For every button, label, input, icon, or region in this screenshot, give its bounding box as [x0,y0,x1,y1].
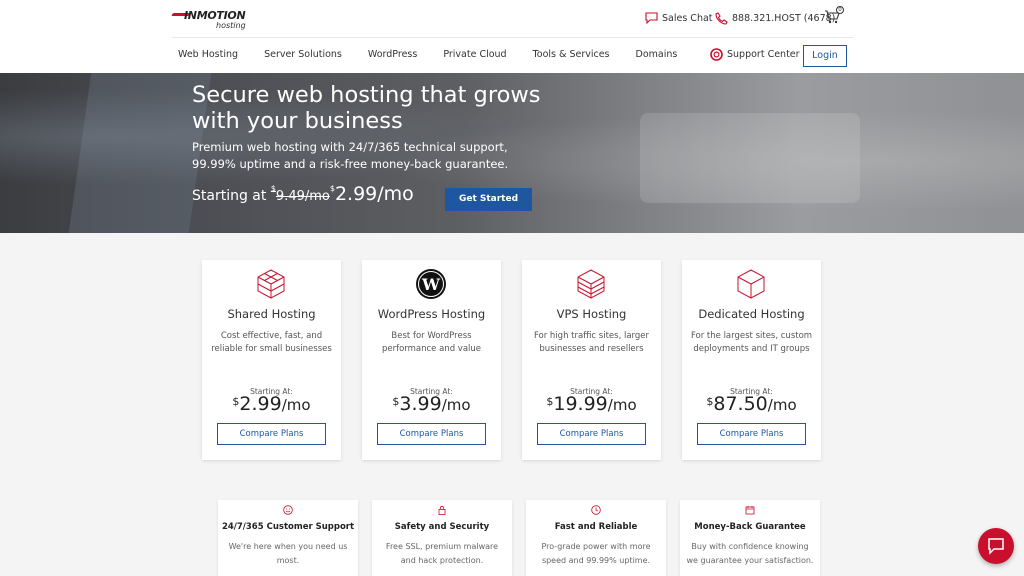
clock-icon [591,505,601,515]
calendar-icon [745,506,755,515]
hero-title: Secure web hosting that grows with your … [192,82,541,134]
card-vps-hosting: VPS Hosting For high traffic sites, larg… [522,260,661,460]
feature-customer-support: 24/7/365 Customer Support We're here whe… [218,500,358,576]
nav-private-cloud[interactable]: Private Cloud [443,49,506,60]
main-nav: Web Hosting Server Solutions WordPress P… [178,49,703,60]
inmotion-logo[interactable]: INMOTION hosting [171,9,252,31]
feature-desc: Pro-grade power with more speed and 99.9… [541,542,651,565]
new-price: $2.99/mo [329,183,414,205]
svg-text:W: W [421,275,441,294]
feature-desc: Free SSL, premium malware and hack prote… [385,542,499,565]
support-center-label: Support Center [727,49,800,60]
sales-chat-link[interactable]: Sales Chat [645,10,713,26]
card-title: Shared Hosting [227,307,316,321]
old-price: $9.49/mo [270,184,330,204]
nav-server-solutions[interactable]: Server Solutions [264,49,342,60]
lock-icon [438,505,446,515]
starting-prefix: Starting at [192,188,267,204]
compare-plans-button[interactable]: Compare Plans [537,423,646,445]
card-title: Dedicated Hosting [698,307,805,321]
feature-desc: We're here when you need us most. [228,542,348,565]
chat-bubble-icon [988,538,1004,555]
cart-count: 0 [836,6,844,14]
card-title: VPS Hosting [556,307,627,321]
phone-icon [715,11,728,25]
sales-chat-label: Sales Chat [662,12,713,24]
feature-safety-security: Safety and Security Free SSL, premium ma… [372,500,512,576]
card-desc: Best for WordPress performance and value [381,331,482,354]
feature-title: 24/7/365 Customer Support [221,522,355,532]
feature-title: Fast and Reliable [554,522,638,532]
phone-number: 888.321.HOST (4678) [732,12,836,24]
card-desc: For the largest sites, custom deployment… [690,331,813,354]
nav-web-hosting[interactable]: Web Hosting [178,49,238,60]
card-price: $3.99/mo [392,393,471,415]
nav-tools-services[interactable]: Tools & Services [533,49,610,60]
hero-banner: Secure web hosting that grows with your … [0,73,1024,233]
cube-icon [737,269,765,299]
feature-title: Money-Back Guarantee [694,522,806,532]
card-desc: For high traffic sites, larger businesse… [533,331,650,354]
live-chat-button[interactable] [978,528,1014,564]
compare-plans-button[interactable]: Compare Plans [217,423,326,445]
get-started-button[interactable]: Get Started [445,188,532,211]
compare-plans-button[interactable]: Compare Plans [377,423,486,445]
logo-sub: hosting [216,21,246,30]
card-price: $19.99/mo [546,393,637,415]
card-wordpress-hosting: W WordPress Hosting Best for WordPress p… [362,260,501,460]
feature-fast-reliable: Fast and Reliable Pro-grade power with m… [526,500,666,576]
cube-layers-icon [577,269,605,299]
card-dedicated-hosting: Dedicated Hosting For the largest sites,… [682,260,821,460]
hero-lead: Premium web hosting with 24/7/365 techni… [192,140,509,171]
lifebuoy-icon [710,48,723,61]
card-shared-hosting: Shared Hosting Cost effective, fast, and… [202,260,341,460]
wordpress-icon: W [416,269,446,299]
chat-icon [645,12,658,24]
card-price: $2.99/mo [232,393,311,415]
feature-desc: Buy with confidence knowing we guarantee… [686,542,814,565]
nav-domains[interactable]: Domains [636,49,678,60]
feature-title: Safety and Security [394,522,490,532]
feature-money-back: Money-Back Guarantee Buy with confidence… [680,500,820,576]
compare-plans-button[interactable]: Compare Plans [697,423,806,445]
card-desc: Cost effective, fast, and reliable for s… [211,331,332,354]
smile-icon [283,505,293,515]
hero-starting-price: Starting at $9.49/mo$2.99/mo [192,183,414,205]
cube-grid-icon [257,269,285,299]
login-button[interactable]: Login [803,45,847,67]
header-divider [172,37,853,38]
support-center-link[interactable]: Support Center [710,48,800,61]
nav-wordpress[interactable]: WordPress [368,49,417,60]
card-title: WordPress Hosting [377,307,486,321]
phone-link[interactable]: 888.321.HOST (4678) [715,10,835,26]
card-price: $87.50/mo [706,393,797,415]
site-header: INMOTION hosting Sales Chat 888.321.HOST… [0,0,1024,73]
cart-button[interactable]: 0 [824,6,844,26]
